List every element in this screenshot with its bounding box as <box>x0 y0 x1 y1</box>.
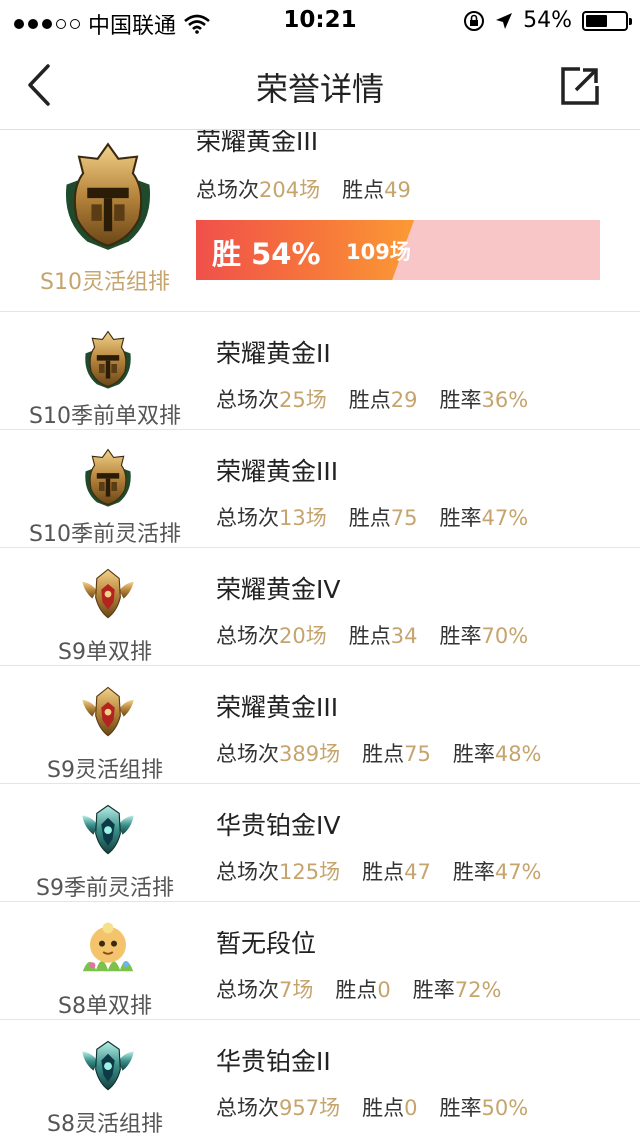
tier-name: 荣耀黄金III <box>216 457 339 486</box>
share-button[interactable] <box>560 66 600 106</box>
mode-label: S10季前灵活排 <box>29 522 181 547</box>
tier-name: 荣耀黄金IV <box>216 575 341 604</box>
location-arrow-icon <box>496 12 513 29</box>
win-rate-bar: 胜 54% 109场 <box>196 220 600 280</box>
list-item[interactable]: S9季前灵活排 华贵铂金IV 总场次125场 胜点47 胜率47% <box>0 784 640 902</box>
status-bar: 中国联通 10:21 54% <box>0 0 640 40</box>
list-item[interactable]: S8单双排 暂无段位 总场次7场 胜点0 胜率72% <box>0 902 640 1020</box>
gold-red-crest-badge-icon <box>80 564 136 622</box>
mode-label: S8单双排 <box>58 994 152 1019</box>
list-item[interactable]: S9灵活组排 荣耀黄金III 总场次389场 胜点75 胜率48% <box>0 666 640 784</box>
tier-name: 荣耀黄金II <box>216 339 331 368</box>
honor-list: S10灵活组排 荣耀黄金III 总场次204场 胜点49 胜 54% 109场 S… <box>0 127 640 1136</box>
gold-red-crest-badge-icon <box>80 682 136 740</box>
featured-mode-label: S10灵活组排 <box>40 270 170 295</box>
tier-name: 荣耀黄金III <box>216 693 339 722</box>
record-stats: 总场次7场 胜点0 胜率72% <box>216 978 502 1002</box>
list-item[interactable]: S10季前单双排 荣耀黄金II 总场次25场 胜点29 胜率36% <box>0 312 640 430</box>
tier-name: 华贵铂金II <box>216 1047 331 1076</box>
platinum-crest-badge-icon <box>80 800 136 858</box>
record-stats: 总场次125场 胜点47 胜率47% <box>216 860 542 884</box>
record-stats: 总场次957场 胜点0 胜率50% <box>216 1096 529 1120</box>
page-title: 荣誉详情 <box>255 70 384 108</box>
list-item[interactable]: S10季前灵活排 荣耀黄金III 总场次13场 胜点75 胜率47% <box>0 430 640 548</box>
gold-helmet-badge-icon <box>80 328 136 390</box>
list-item[interactable]: S8灵活组排 华贵铂金II 总场次957场 胜点0 胜率50% <box>0 1020 640 1136</box>
win-games-label: 109场 <box>346 240 411 264</box>
mode-label: S10季前单双排 <box>29 404 181 429</box>
featured-record[interactable]: S10灵活组排 荣耀黄金III 总场次204场 胜点49 胜 54% 109场 <box>0 127 640 312</box>
mode-label: S9灵活组排 <box>47 758 163 783</box>
mode-label: S9单双排 <box>58 640 152 665</box>
rotation-lock-icon <box>464 10 485 31</box>
record-stats: 总场次389场 胜点75 胜率48% <box>216 742 542 766</box>
mode-label: S8灵活组排 <box>47 1112 163 1136</box>
navigation-bar: 荣誉详情 <box>0 40 640 130</box>
win-rate-label: 胜 54% <box>212 237 321 271</box>
gold-helmet-badge-icon <box>80 446 136 508</box>
unranked-mascot-badge-icon <box>78 916 138 976</box>
battery-icon <box>582 10 632 31</box>
featured-stats: 总场次204场 胜点49 <box>196 178 411 202</box>
list-item[interactable]: S9单双排 荣耀黄金IV 总场次20场 胜点34 胜率70% <box>0 548 640 666</box>
tier-name: 华贵铂金IV <box>216 811 341 840</box>
record-stats: 总场次20场 胜点34 胜率70% <box>216 624 529 648</box>
gold-helmet-badge-icon <box>56 138 160 252</box>
record-stats: 总场次25场 胜点29 胜率36% <box>216 388 529 412</box>
platinum-crest-badge-icon <box>80 1036 136 1094</box>
mode-label: S9季前灵活排 <box>36 876 174 901</box>
record-stats: 总场次13场 胜点75 胜率47% <box>216 506 529 530</box>
tier-name: 暂无段位 <box>216 929 317 958</box>
battery-percentage: 54% <box>523 8 572 33</box>
